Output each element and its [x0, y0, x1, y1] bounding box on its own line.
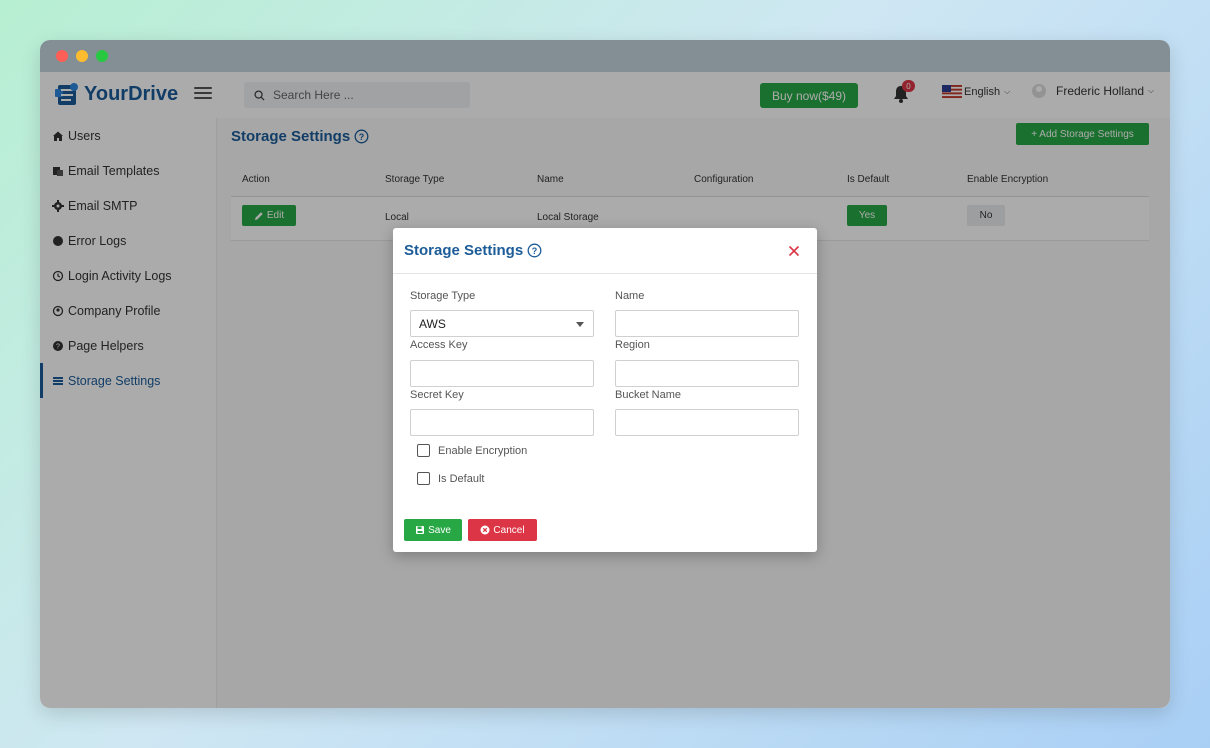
window-close-control[interactable]: [56, 50, 68, 62]
secret-key-field[interactable]: [411, 410, 593, 435]
is-default-row: Is Default: [417, 472, 484, 485]
times-circle-icon: [480, 525, 490, 535]
modal-title-text: Storage Settings: [404, 242, 524, 259]
secret-key-label: Secret Key: [410, 389, 464, 401]
cancel-button[interactable]: Cancel: [468, 519, 537, 541]
enable-encryption-row: Enable Encryption: [417, 444, 527, 457]
dropdown-caret-icon: [576, 322, 584, 327]
access-key-label: Access Key: [410, 339, 468, 351]
storage-type-value: AWS: [419, 316, 446, 331]
save-button-label: Save: [428, 524, 451, 536]
is-default-label: Is Default: [438, 472, 485, 485]
save-button[interactable]: Save: [404, 519, 462, 541]
secret-key-field-wrapper: [410, 409, 594, 436]
region-label: Region: [615, 339, 650, 351]
window-maximize-control[interactable]: [96, 50, 108, 62]
floppy-disk-icon: [416, 526, 425, 534]
enable-encryption-label: Enable Encryption: [438, 444, 528, 457]
enable-encryption-checkbox[interactable]: [417, 444, 430, 457]
access-key-field[interactable]: [411, 361, 593, 386]
region-field[interactable]: [616, 361, 798, 386]
bucket-name-field-wrapper: [615, 409, 799, 436]
window-minimize-control[interactable]: [76, 50, 88, 62]
window-titlebar: [40, 40, 1170, 72]
close-icon[interactable]: [786, 243, 802, 259]
bucket-name-field[interactable]: [616, 410, 798, 435]
browser-window: YourDrive Buy now($49) 0: [40, 40, 1170, 708]
storage-settings-modal: Storage Settings ? Storage Type AWS Name…: [393, 228, 817, 552]
storage-type-label: Storage Type: [410, 290, 476, 302]
is-default-checkbox[interactable]: [417, 472, 430, 485]
cancel-button-label: Cancel: [493, 524, 525, 536]
name-field-wrapper: [615, 310, 799, 337]
modal-title: Storage Settings ?: [404, 242, 542, 259]
name-label: Name: [615, 290, 645, 302]
bucket-name-label: Bucket Name: [615, 389, 682, 401]
region-field-wrapper: [615, 360, 799, 387]
storage-type-select[interactable]: AWS: [410, 310, 594, 337]
name-field[interactable]: [616, 311, 798, 336]
help-circle-icon[interactable]: ?: [527, 243, 542, 258]
access-key-field-wrapper: [410, 360, 594, 387]
svg-text:?: ?: [532, 246, 538, 256]
modal-header: Storage Settings ?: [393, 228, 817, 274]
